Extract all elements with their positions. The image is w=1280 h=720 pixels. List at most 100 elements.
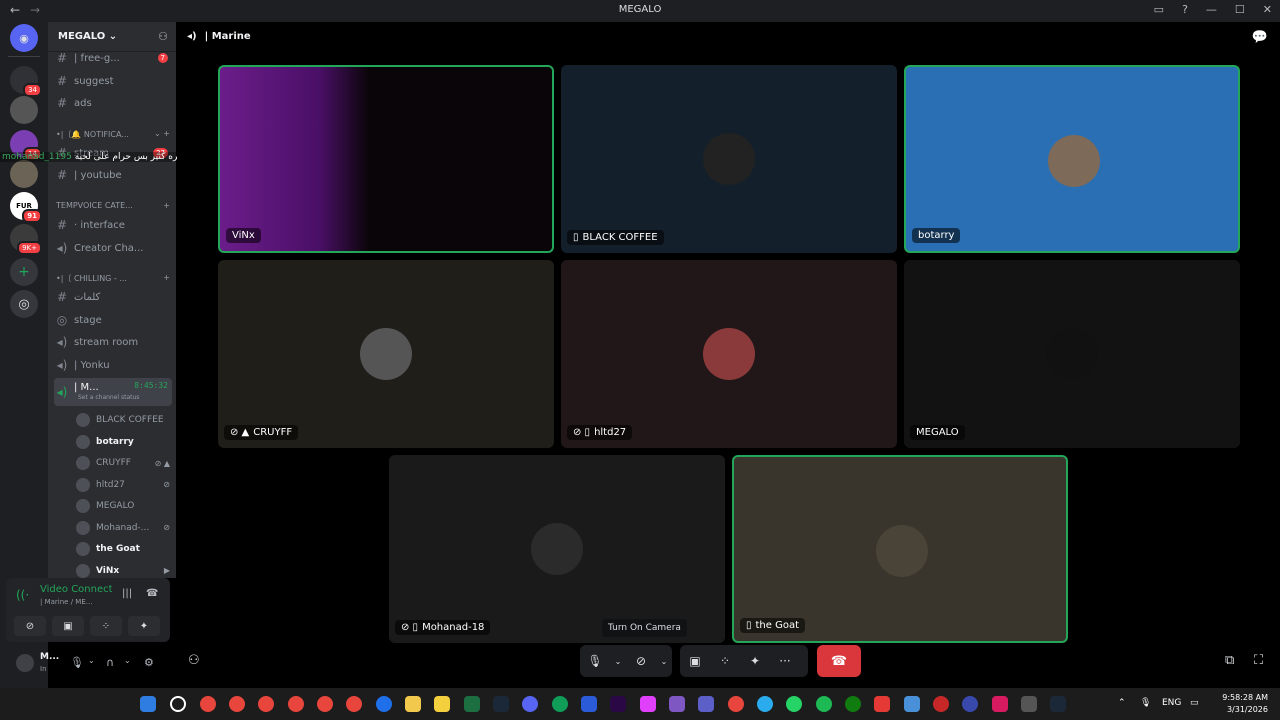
invite-icon[interactable]: ⚇ <box>158 30 168 43</box>
chrome-icon[interactable] <box>258 696 274 712</box>
camera-button[interactable]: ⊘ <box>626 645 656 677</box>
edge-icon[interactable] <box>552 696 568 712</box>
whatsapp-icon[interactable] <box>786 696 802 712</box>
server-icon[interactable] <box>10 160 38 188</box>
voice-user[interactable]: CRUYFF ⊘ ▲ <box>76 453 170 473</box>
server-icon[interactable]: 9K+ <box>10 224 42 255</box>
app-icon[interactable] <box>904 696 920 712</box>
spotify-icon[interactable] <box>816 696 832 712</box>
discord-icon[interactable] <box>522 696 538 712</box>
voice-user[interactable]: BLACK COFFEE <box>76 410 170 430</box>
video-tile[interactable]: ⊘ ▲ CRUYFF <box>218 260 554 448</box>
voice-user[interactable]: the Goat <box>76 539 170 559</box>
telegram-icon[interactable] <box>757 696 773 712</box>
search-icon[interactable] <box>170 696 186 712</box>
channel-stream-room[interactable]: ◂) stream room <box>54 332 172 352</box>
avatar[interactable] <box>16 654 34 672</box>
headphones-icon[interactable]: ∩ <box>106 656 114 669</box>
maximize-icon[interactable]: ☐ <box>1235 3 1245 16</box>
soundboard-button[interactable]: ✦ <box>128 616 160 636</box>
invite-to-call-icon[interactable]: ⚇ <box>188 653 200 668</box>
language-indicator[interactable]: ENG <box>1162 698 1181 708</box>
app-icon[interactable] <box>376 696 392 712</box>
camera-off-button[interactable]: ⊘ <box>14 616 46 636</box>
chrome-icon[interactable] <box>288 696 304 712</box>
app-icon[interactable] <box>581 696 597 712</box>
clock[interactable]: 9:58:28 AM 3/31/2026 <box>1222 692 1268 716</box>
disconnect-icon[interactable]: ☎ <box>146 588 158 599</box>
channel-words[interactable]: # كلمات <box>54 287 172 307</box>
camera-options-button[interactable]: ⌄ <box>656 645 672 677</box>
end-call-button[interactable]: ☎ <box>817 645 861 677</box>
minimize-icon[interactable]: — <box>1206 3 1217 16</box>
chevron-down-icon[interactable]: ⌄ <box>88 656 95 665</box>
app-icon[interactable] <box>434 696 450 712</box>
steam-icon[interactable] <box>493 696 509 712</box>
channel-stage[interactable]: ◎ stage <box>54 310 172 330</box>
add-channel-icon[interactable]: + <box>163 273 170 284</box>
windows-start-icon[interactable] <box>140 696 156 712</box>
video-tile[interactable]: ▯ the Goat <box>732 455 1068 643</box>
signal-icon[interactable]: ((· <box>16 588 29 602</box>
video-tile[interactable]: ▯ BLACK COFFEE <box>561 65 897 253</box>
category-chilling[interactable]: •|〔 CHILLING - ... + <box>56 273 170 284</box>
channel-youtube[interactable]: # | youtube <box>54 165 172 185</box>
channel-yonku[interactable]: ◂) | Yonku <box>54 355 172 375</box>
mic-options-button[interactable]: ⌄ <box>610 645 626 677</box>
close-icon[interactable]: ✕ <box>1263 3 1272 16</box>
category-tempvoice[interactable]: TEMPVOICE CATE... + <box>56 201 170 210</box>
inbox-icon[interactable]: ▭ <box>1154 3 1164 16</box>
network-icon[interactable]: ▭ <box>1190 698 1199 708</box>
soundboard-button[interactable]: ✦ <box>740 645 770 677</box>
server-icon[interactable]: 34 <box>10 66 42 97</box>
noise-suppression-icon[interactable]: ||| <box>122 588 132 599</box>
chat-icon[interactable]: 💬 <box>1252 30 1268 45</box>
app-icon[interactable] <box>933 696 949 712</box>
channel-suggest[interactable]: # suggest <box>54 71 172 91</box>
video-tile[interactable]: ⊘ ▯ Mohanad-18 <box>389 455 725 643</box>
activities-button[interactable]: ⁘ <box>710 645 740 677</box>
excel-icon[interactable] <box>464 696 480 712</box>
add-channel-icon[interactable]: ⌄ + <box>154 129 170 140</box>
help-icon[interactable]: ? <box>1182 3 1188 16</box>
chrome-icon[interactable] <box>200 696 216 712</box>
gear-icon[interactable]: ⚙ <box>144 656 154 669</box>
chevron-down-icon[interactable]: ⌄ <box>124 656 131 665</box>
mute-button[interactable]: 🎙 <box>580 645 610 677</box>
microphone-icon[interactable]: 🎙 <box>1140 698 1151 708</box>
voice-user[interactable]: ViNx ▶ <box>76 561 170 579</box>
fullscreen-icon[interactable]: ⛶ <box>1254 653 1263 668</box>
server-icon[interactable]: FUR 91 <box>10 192 42 223</box>
more-button[interactable]: ··· <box>770 645 800 677</box>
server-icon[interactable] <box>10 96 38 124</box>
voice-status-subtitle[interactable]: | Marine / ME... <box>40 598 92 606</box>
channel-interface[interactable]: # · interface <box>54 215 172 235</box>
voice-user[interactable]: hltd27 ⊘ <box>76 475 170 495</box>
activities-button[interactable]: ⁘ <box>90 616 122 636</box>
video-tile[interactable]: MEGALO <box>904 260 1240 448</box>
discord-home-icon[interactable]: ◉ <box>10 24 38 52</box>
premiere-icon[interactable] <box>610 696 626 712</box>
chevron-up-icon[interactable]: ⌃ <box>1118 698 1126 708</box>
voice-user[interactable]: botarry <box>76 432 170 452</box>
app-icon[interactable] <box>992 696 1008 712</box>
add-server-icon[interactable]: + <box>10 258 38 286</box>
add-channel-icon[interactable]: + <box>163 201 170 210</box>
app-icon[interactable] <box>962 696 978 712</box>
video-tile[interactable]: ⊘ ▯ hltd27 <box>561 260 897 448</box>
voice-user[interactable]: Mohanad-... ⊘ <box>76 518 170 538</box>
app-icon[interactable] <box>1021 696 1037 712</box>
app-icon[interactable] <box>874 696 890 712</box>
xbox-icon[interactable] <box>845 696 861 712</box>
chrome-icon[interactable] <box>728 696 744 712</box>
video-tile[interactable]: ViNx <box>218 65 554 253</box>
file-explorer-icon[interactable] <box>405 696 421 712</box>
channel-status[interactable]: Set a channel status <box>78 394 139 401</box>
video-tile[interactable]: botarry <box>904 65 1240 253</box>
voice-user[interactable]: MEGALO <box>76 496 170 516</box>
category-notifications[interactable]: •|〔🔔 NOTIFICA... ⌄ + <box>56 129 170 140</box>
teams-icon[interactable] <box>698 696 714 712</box>
steam-icon[interactable] <box>1050 696 1066 712</box>
chrome-icon[interactable] <box>317 696 333 712</box>
explore-icon[interactable]: ◎ <box>10 290 38 318</box>
